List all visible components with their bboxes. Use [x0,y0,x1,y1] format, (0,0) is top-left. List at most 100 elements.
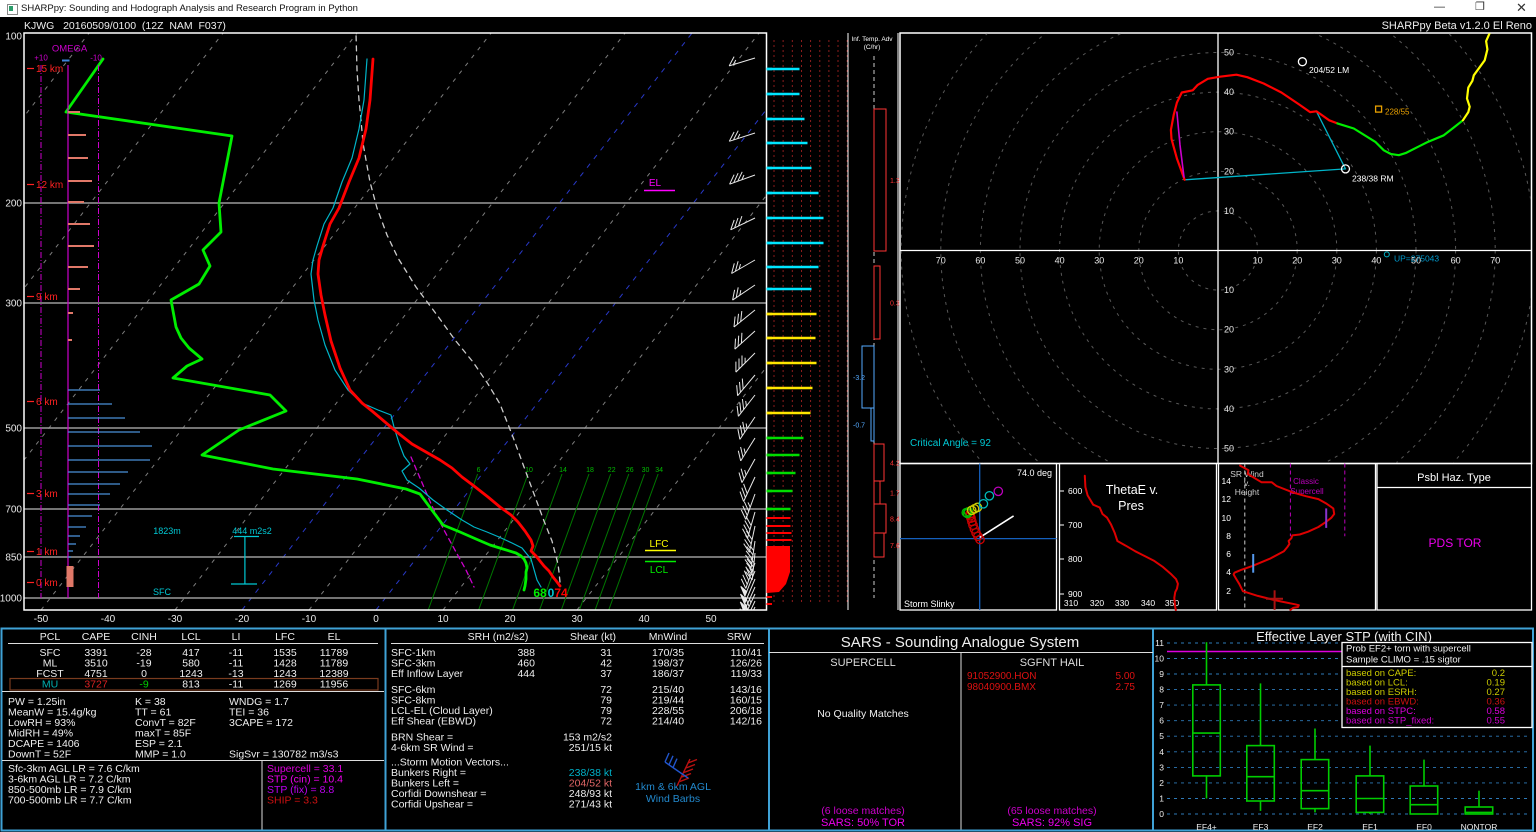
svg-text:91052900.HON: 91052900.HON [967,671,1037,682]
svg-text:700: 700 [1068,520,1082,530]
svg-text:11: 11 [1155,638,1164,648]
svg-text:10: 10 [1155,654,1165,664]
svg-text:OMEGA: OMEGA [52,44,88,55]
svg-text:-0.7: -0.7 [853,423,865,430]
svg-text:Supercell: Supercell [1290,487,1324,496]
svg-text:UP=275043: UP=275043 [1394,254,1439,264]
svg-text:0 km: 0 km [36,578,58,589]
svg-text:ThetaE v.: ThetaE v. [1106,483,1159,497]
svg-text:2.75: 2.75 [1116,682,1136,693]
svg-text:444: 444 [517,668,535,680]
svg-text:30: 30 [1332,256,1342,266]
svg-text:8: 8 [1159,685,1164,695]
svg-text:68: 68 [533,586,547,600]
svg-text:30: 30 [1094,256,1104,266]
svg-text:CINH: CINH [131,631,157,643]
svg-text:SGFNT HAIL: SGFNT HAIL [1020,657,1085,669]
svg-text:-50: -50 [34,614,49,625]
svg-text:3 km: 3 km [36,489,58,500]
svg-text:CAPE: CAPE [82,631,111,643]
svg-text:0.3: 0.3 [890,301,900,308]
svg-text:(65 loose matches): (65 loose matches) [1007,805,1096,817]
svg-text:EF4+: EF4+ [1196,822,1217,832]
svg-text:4: 4 [1226,567,1231,577]
svg-text:228/55: 228/55 [1385,108,1410,117]
svg-text:214/40: 214/40 [652,716,684,728]
svg-text:40: 40 [1224,404,1234,414]
svg-text:0: 0 [1159,809,1164,819]
svg-text:3: 3 [1159,762,1164,772]
svg-text:40: 40 [1055,256,1065,266]
svg-text:20: 20 [1224,166,1234,176]
svg-text:3727: 3727 [84,679,108,691]
svg-text:PDS TOR: PDS TOR [1429,536,1482,550]
svg-text:271/43 kt: 271/43 kt [569,799,612,811]
svg-text:10: 10 [1222,513,1232,523]
svg-text:50: 50 [1224,444,1234,454]
svg-text:50: 50 [705,614,717,625]
svg-text:60: 60 [975,256,985,266]
svg-text:LCL: LCL [650,565,669,576]
svg-text:200: 200 [5,199,22,210]
svg-text:Sample CLIMO = .15 sigtor: Sample CLIMO = .15 sigtor [1346,655,1461,666]
svg-text:1269: 1269 [273,679,297,691]
svg-text:119/33: 119/33 [731,668,762,680]
svg-text:10: 10 [1224,285,1234,295]
svg-text:1.3: 1.3 [890,178,900,185]
svg-text:No Quality Matches: No Quality Matches [817,708,909,720]
svg-text:Classic: Classic [1293,477,1319,486]
svg-text:SRH (m2/s2): SRH (m2/s2) [468,631,529,643]
svg-text:SigSvr = 130782 m3/s3: SigSvr = 130782 m3/s3 [229,749,339,761]
svg-text:20: 20 [1134,256,1144,266]
svg-text:EL: EL [649,178,662,189]
svg-text:Eff Shear (EBWD): Eff Shear (EBWD) [391,716,476,728]
svg-text:Pres: Pres [1118,499,1144,513]
svg-text:SFC: SFC [153,587,172,597]
svg-text:4-6km SR Wind =: 4-6km SR Wind = [391,742,474,754]
svg-text:12: 12 [1222,494,1232,504]
svg-text:310: 310 [1064,598,1078,608]
svg-text:MnWind: MnWind [649,631,688,643]
svg-text:300: 300 [5,299,22,310]
svg-text:1km & 6km AGL: 1km & 6km AGL [635,781,711,793]
svg-text:10: 10 [437,614,449,625]
svg-text:-9: -9 [139,679,148,691]
svg-text:11956: 11956 [320,679,349,691]
svg-text:4: 4 [1159,747,1164,757]
svg-text:500: 500 [5,424,22,435]
svg-text:Prob EF2+ torn with supercell: Prob EF2+ torn with supercell [1346,644,1471,655]
svg-text:12 km: 12 km [36,180,63,191]
svg-text:Effective Layer STP (with CIN): Effective Layer STP (with CIN) [1256,629,1432,644]
svg-text:2: 2 [1159,778,1164,788]
svg-text:+10: +10 [34,54,48,63]
svg-text:30: 30 [642,467,650,474]
svg-text:142/16: 142/16 [730,716,762,728]
svg-text:7: 7 [1159,700,1164,710]
svg-text:DownT = 52F: DownT = 52F [8,749,71,761]
svg-text:2: 2 [1226,586,1231,596]
svg-text:444 m2s2: 444 m2s2 [232,526,272,536]
svg-text:4.2: 4.2 [890,461,900,468]
svg-text:MMP = 1.0: MMP = 1.0 [135,749,186,761]
svg-text:30: 30 [1224,364,1234,374]
svg-text:10: 10 [1253,256,1263,266]
svg-text:14: 14 [559,467,567,474]
svg-text:340: 340 [1141,598,1155,608]
svg-text:98040900.BMX: 98040900.BMX [967,682,1036,693]
svg-text:18: 18 [586,467,594,474]
svg-text:0.55: 0.55 [1487,716,1506,727]
svg-text:40: 40 [1371,256,1381,266]
svg-text:50: 50 [1015,256,1025,266]
svg-text:3CAPE = 172: 3CAPE = 172 [229,717,293,729]
svg-text:9 km: 9 km [36,292,58,303]
svg-text:Inf. Temp. Adv: Inf. Temp. Adv [851,36,893,43]
svg-text:LFC: LFC [650,539,669,550]
svg-text:30: 30 [571,614,583,625]
svg-text:800: 800 [1068,554,1082,564]
svg-text:251/15 kt: 251/15 kt [569,742,612,754]
svg-text:9: 9 [1159,669,1164,679]
svg-text:5: 5 [1159,731,1164,741]
svg-text:8.4: 8.4 [890,517,900,524]
svg-text:Storm Slinky: Storm Slinky [904,599,955,609]
svg-text:8: 8 [1226,531,1231,541]
